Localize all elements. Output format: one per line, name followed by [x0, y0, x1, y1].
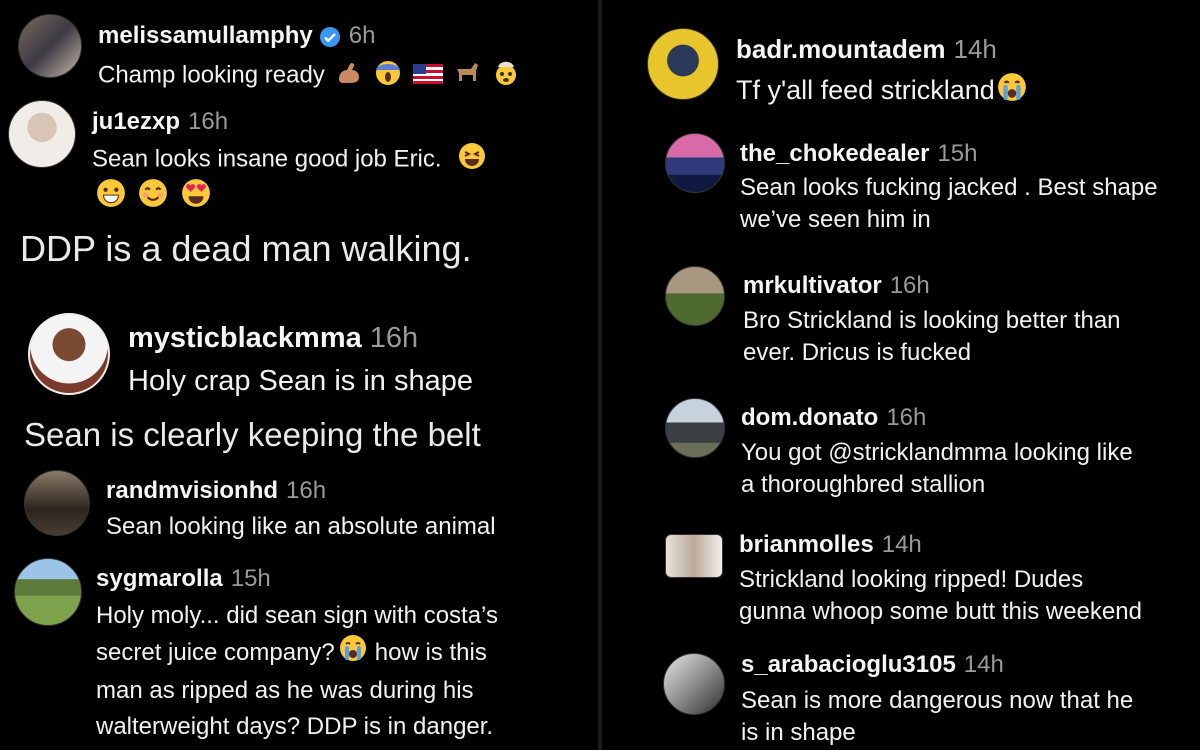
- avatar[interactable]: [28, 313, 110, 395]
- us-flag-icon: [412, 61, 443, 93]
- avatar[interactable]: [665, 398, 725, 458]
- comment-text-line: walterweight days? DDP is in danger.: [96, 713, 494, 740]
- comment-username[interactable]: mysticblackmma: [128, 322, 362, 354]
- caption-text: DDP is a dead man walking.: [20, 228, 472, 269]
- comment-timestamp: 16h: [286, 477, 327, 504]
- comment-timestamp: 16h: [369, 322, 419, 354]
- grinning-face-icon: [96, 178, 126, 214]
- avatar[interactable]: [14, 558, 82, 626]
- comment-text: Champ looking ready: [98, 61, 325, 89]
- avatar[interactable]: [665, 133, 725, 193]
- comment-username[interactable]: s_arabacioglu3105: [741, 651, 956, 678]
- comment-text-line: You got @stricklandmma looking like: [741, 439, 1133, 466]
- comment-timestamp: 16h: [188, 108, 229, 135]
- comment-text-line: we’ve seen him in: [740, 205, 931, 233]
- comment-text: Sean looking like an absolute animal: [106, 513, 496, 540]
- comment-timestamp: 16h: [886, 404, 927, 431]
- comment-text-line: gunna whoop some butt this weekend: [739, 597, 1142, 625]
- comment-username[interactable]: the_chokedealer: [740, 140, 929, 167]
- avatar[interactable]: [665, 534, 723, 578]
- comment-username[interactable]: badr.mountadem: [736, 34, 945, 64]
- comment-text-line: Holy moly... did sean sign with costa’s: [96, 602, 498, 629]
- crying-face-icon: [997, 72, 1027, 112]
- comment-timestamp: 15h: [230, 565, 271, 592]
- smiling-face-icon: [138, 178, 168, 214]
- caption-text: Sean is clearly keeping the belt: [24, 416, 481, 453]
- flexed-biceps-icon: [335, 59, 363, 94]
- avatar[interactable]: [8, 100, 76, 168]
- comment-text-line: ever. Dricus is fucked: [743, 338, 972, 366]
- comment-text-line: a thoroughbred stallion: [741, 470, 986, 498]
- comment-username[interactable]: melissamullamphy: [98, 22, 313, 49]
- avatar[interactable]: [663, 653, 725, 715]
- heart-eyes-icon: [181, 178, 211, 214]
- comment-text-line: is in shape: [741, 718, 856, 746]
- avatar[interactable]: [18, 14, 82, 78]
- comment-text-line: Sean is more dangerous now that he: [741, 687, 1134, 714]
- avatar[interactable]: [647, 28, 719, 100]
- comment-timestamp: 14h: [953, 34, 997, 64]
- column-divider: [598, 0, 602, 750]
- comment-text: Holy crap Sean is in shape: [128, 365, 473, 397]
- comment-username[interactable]: dom.donato: [741, 404, 878, 431]
- avatar[interactable]: [665, 266, 725, 326]
- comment-timestamp: 16h: [889, 272, 930, 299]
- comment-timestamp: 14h: [963, 651, 1004, 678]
- comment-text: Tf y'all feed strickland: [736, 74, 995, 105]
- comment-text-line: secret juice company? how is this: [96, 634, 498, 673]
- comment-text: Sean looks insane good job Eric.: [92, 145, 442, 173]
- comment-timestamp: 15h: [937, 140, 978, 167]
- comment-timestamp: 14h: [881, 531, 922, 558]
- goat-icon: [453, 59, 481, 94]
- comment-timestamp: 6h: [348, 22, 376, 49]
- comment-text-line: man as ripped as he was during his: [96, 677, 474, 704]
- comment-username[interactable]: ju1ezxp: [92, 108, 180, 135]
- avatar[interactable]: [24, 470, 90, 536]
- comment-text-line: Bro Strickland is looking better than: [743, 307, 1121, 334]
- crying-face-icon: [339, 634, 367, 673]
- comment-username[interactable]: mrkultivator: [743, 272, 882, 299]
- comment-username[interactable]: sygmarolla: [96, 565, 223, 592]
- comment-text-line: Strickland looking ripped! Dudes: [739, 566, 1084, 593]
- comment-username[interactable]: brianmolles: [739, 531, 874, 558]
- comment-text-line: Sean looks fucking jacked . Best shape: [740, 174, 1158, 201]
- screaming-face-icon: [374, 58, 402, 95]
- verified-badge-icon: [319, 26, 340, 47]
- comment-username[interactable]: randmvisionhd: [106, 477, 278, 504]
- exploding-head-icon: [492, 58, 520, 95]
- squinting-laugh-icon: [458, 142, 486, 179]
